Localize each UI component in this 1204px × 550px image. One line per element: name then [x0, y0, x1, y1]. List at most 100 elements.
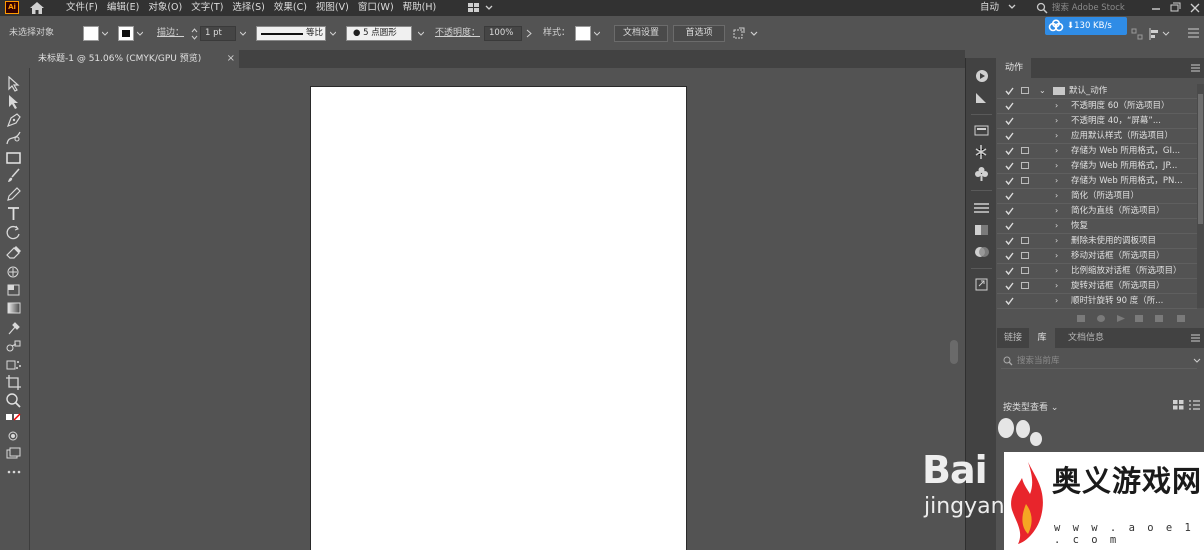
checkmark-icon[interactable] [1005, 117, 1014, 125]
checkmark-icon[interactable] [1005, 87, 1014, 95]
brush-select[interactable]: ● 5 点圆形 [346, 26, 412, 41]
more-tools-icon[interactable] [5, 468, 23, 476]
action-set-row[interactable]: ⌄ 默认_动作 [997, 84, 1197, 99]
drawing-mode-icon[interactable] [5, 428, 23, 444]
chevron-right-icon[interactable]: › [1055, 206, 1058, 215]
blend-tool-icon[interactable] [5, 338, 23, 354]
stock-search-field[interactable]: 搜索 Adobe Stock [1032, 1, 1132, 15]
checkmark-icon[interactable] [1005, 297, 1014, 305]
menu-edit[interactable]: 编辑(E) [107, 0, 139, 16]
workspace-switcher[interactable]: 自动 [980, 0, 999, 15]
tab-libraries[interactable]: 库 [1029, 328, 1055, 348]
record-icon[interactable] [1097, 315, 1105, 322]
eraser-tool-icon[interactable] [5, 244, 23, 260]
tab-links[interactable]: 链接 [997, 328, 1029, 348]
stroke-weight-input[interactable]: 1 pt [200, 26, 236, 41]
align-icon[interactable] [1148, 27, 1170, 41]
dialog-toggle-icon[interactable] [1021, 147, 1029, 154]
artboard-tool-icon[interactable] [5, 374, 23, 390]
chevron-down-icon[interactable] [1008, 4, 1016, 10]
dialog-toggle-icon[interactable] [1021, 282, 1029, 289]
chevron-down-icon[interactable]: ⌄ [1039, 86, 1046, 95]
new-action-icon[interactable] [1155, 315, 1163, 322]
preferences-button[interactable]: 首选项 [673, 25, 725, 42]
tab-document-info[interactable]: 文档信息 [1061, 328, 1111, 348]
chevron-right-icon[interactable]: › [1055, 221, 1058, 230]
chevron-right-icon[interactable]: › [1055, 281, 1058, 290]
chevron-right-icon[interactable]: › [1055, 266, 1058, 275]
chevron-down-icon[interactable] [1193, 358, 1201, 364]
menu-object[interactable]: 对象(O) [148, 0, 182, 16]
dialog-toggle-icon[interactable] [1021, 252, 1029, 259]
fill-swatch[interactable] [83, 26, 99, 41]
action-row[interactable]: › 存储为 Web 所用格式，PN... [997, 174, 1197, 189]
links-panel-icon[interactable] [973, 90, 990, 106]
actions-scrollbar[interactable] [1197, 84, 1204, 308]
document-tab[interactable]: 未标题-1 @ 51.06% (CMYK/GPU 预览) × [30, 50, 239, 68]
action-row[interactable]: › 删除未使用的调板项目 [997, 234, 1197, 249]
checkmark-icon[interactable] [1005, 267, 1014, 275]
tab-actions[interactable]: 动作 [997, 58, 1031, 78]
action-row[interactable]: › 应用默认样式（所选项目） [997, 129, 1197, 144]
library-sort-select[interactable]: 按类型查看 ⌄ [1003, 400, 1058, 413]
checkmark-icon[interactable] [1005, 102, 1014, 110]
transform-icon[interactable] [733, 27, 759, 41]
action-row[interactable]: › 不透明度 40，“屏幕”... [997, 114, 1197, 129]
dialog-toggle-icon[interactable] [1021, 237, 1029, 244]
chevron-right-icon[interactable]: › [1055, 101, 1058, 110]
action-row[interactable]: › 简化（所选项目） [997, 189, 1197, 204]
stroke-swatch[interactable] [118, 26, 134, 41]
libraries-panel-icon[interactable] [973, 122, 990, 138]
gradient-panel-icon[interactable] [973, 222, 990, 238]
cloud-sync-badge[interactable]: ⬇130 KB/s [1045, 17, 1127, 35]
eyedropper-tool-icon[interactable] [5, 320, 23, 336]
action-row[interactable]: › 旋转对话框（所选项目） [997, 279, 1197, 294]
rotate-tool-icon[interactable] [5, 224, 23, 240]
club-symbol-icon[interactable] [973, 166, 990, 182]
chevron-right-icon[interactable]: › [1055, 191, 1058, 200]
menu-help[interactable]: 帮助(H) [403, 0, 437, 16]
direct-selection-tool-icon[interactable] [5, 94, 23, 110]
artboard[interactable] [310, 86, 687, 550]
checkmark-icon[interactable] [1005, 237, 1014, 245]
chevron-down-icon[interactable] [137, 31, 143, 37]
window-controls[interactable] [1144, 0, 1204, 16]
chevron-right-icon[interactable] [526, 29, 532, 38]
export-panel-icon[interactable] [973, 276, 990, 292]
curvature-tool-icon[interactable] [5, 130, 23, 146]
checkmark-icon[interactable] [1005, 177, 1014, 185]
home-icon[interactable] [29, 1, 45, 15]
checkmark-icon[interactable] [1005, 147, 1014, 155]
checkmark-icon[interactable] [1005, 282, 1014, 290]
arrange-documents-icon[interactable] [468, 2, 498, 14]
panel-menu-icon[interactable] [1191, 64, 1200, 72]
close-icon[interactable]: × [227, 50, 235, 68]
menu-select[interactable]: 选择(S) [232, 0, 264, 16]
chevron-down-icon[interactable] [240, 31, 246, 37]
panel-menu-icon[interactable] [1188, 28, 1199, 38]
checkmark-icon[interactable] [1005, 192, 1014, 200]
selection-tool-icon[interactable] [5, 76, 23, 92]
checkmark-icon[interactable] [1005, 207, 1014, 215]
chevron-right-icon[interactable]: › [1055, 131, 1058, 140]
menu-window[interactable]: 窗口(W) [358, 0, 394, 16]
stroke-label[interactable]: 描边： [157, 27, 184, 39]
chevron-down-icon[interactable] [594, 31, 600, 37]
symbols-panel-icon[interactable] [973, 144, 990, 160]
action-row[interactable]: › 简化为直线（所选项目） [997, 204, 1197, 219]
canvas-area[interactable] [31, 68, 965, 550]
opacity-label[interactable]: 不透明度： [435, 27, 480, 39]
action-row[interactable]: › 存储为 Web 所用格式，JP... [997, 159, 1197, 174]
pen-tool-icon[interactable] [5, 112, 23, 128]
symbol-sprayer-tool-icon[interactable] [5, 356, 23, 372]
dialog-toggle-icon[interactable] [1021, 177, 1029, 184]
dialog-toggle-icon[interactable] [1021, 162, 1029, 169]
action-row[interactable]: › 恢复 [997, 219, 1197, 234]
chevron-right-icon[interactable]: › [1055, 296, 1058, 305]
dialog-toggle-icon[interactable] [1021, 87, 1029, 94]
paintbrush-tool-icon[interactable] [5, 168, 23, 184]
chevron-down-icon[interactable] [102, 31, 108, 37]
actions-panel-icon[interactable] [973, 68, 990, 84]
warp-tool-icon[interactable] [5, 264, 23, 280]
zoom-tool-icon[interactable] [5, 392, 23, 408]
